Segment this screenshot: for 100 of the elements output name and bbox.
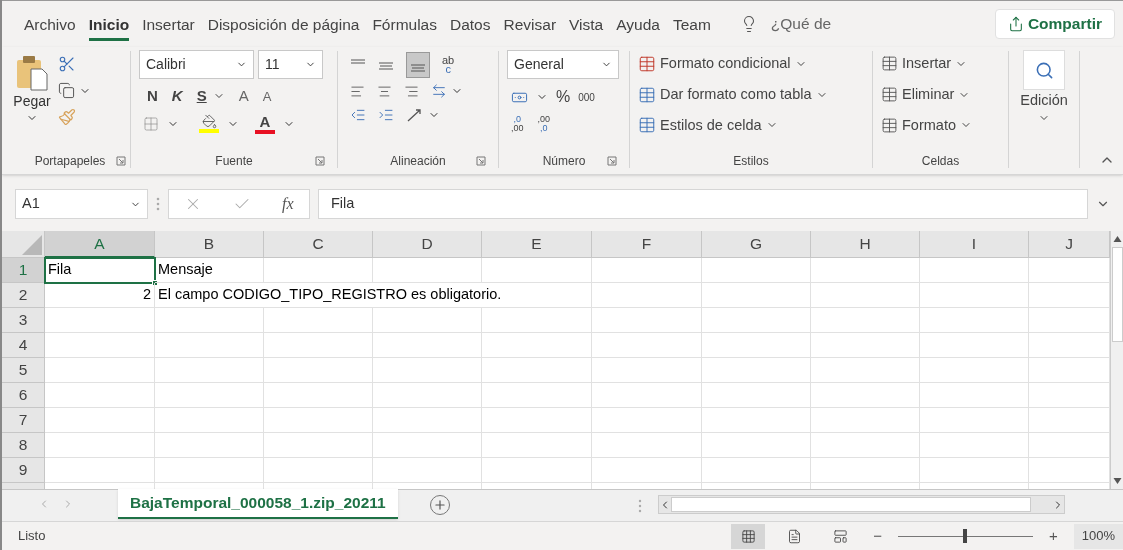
zoom-thumb[interactable] <box>963 529 968 543</box>
table-cell[interactable] <box>702 433 811 458</box>
table-cell[interactable] <box>45 308 155 333</box>
align-right-icon[interactable] <box>404 83 419 99</box>
merge-center-icon[interactable] <box>431 83 447 99</box>
column-header[interactable]: J <box>1029 231 1110 258</box>
table-cell[interactable]: El campo CODIGO_TIPO_REGISTRO es obligatorio. <box>155 283 592 308</box>
ribbon-tab[interactable]: Revisar <box>503 7 557 41</box>
table-cell[interactable] <box>373 358 482 383</box>
column-header[interactable]: E <box>482 231 592 258</box>
dialog-launcher-icon[interactable] <box>116 156 126 166</box>
cut-icon[interactable] <box>58 55 76 73</box>
table-cell[interactable] <box>264 383 373 408</box>
bottom-align-button[interactable] <box>406 51 430 78</box>
zoom-slider[interactable] <box>898 529 1033 543</box>
table-cell[interactable] <box>155 408 264 433</box>
table-cell[interactable] <box>592 283 702 308</box>
sheet-tab[interactable]: BajaTemporal_000058_1.zip_20211 <box>118 489 398 519</box>
formula-input[interactable]: Fila <box>318 189 1088 219</box>
table-cell[interactable] <box>592 408 702 433</box>
table-cell[interactable] <box>482 433 592 458</box>
table-cell[interactable] <box>373 433 482 458</box>
horizontal-scrollbar[interactable] <box>657 495 1065 514</box>
vertical-scrollbar[interactable] <box>1110 231 1123 489</box>
table-cell[interactable] <box>155 333 264 358</box>
table-cell[interactable] <box>811 358 920 383</box>
tell-me-field[interactable]: ¿Qué de <box>770 12 832 36</box>
decrease-font-button[interactable]: A <box>262 86 272 106</box>
number-format-dropdown[interactable]: General <box>507 50 619 79</box>
table-cell[interactable] <box>920 308 1029 333</box>
table-cell[interactable] <box>592 433 702 458</box>
table-cell[interactable] <box>920 333 1029 358</box>
decrease-decimal-button[interactable]: ,00 ,0 <box>537 115 551 133</box>
table-cell[interactable] <box>45 333 155 358</box>
styles-menu-button[interactable]: Estilos de celda <box>638 114 864 137</box>
table-cell[interactable] <box>264 308 373 333</box>
table-cell[interactable] <box>702 258 811 283</box>
column-header[interactable]: G <box>702 231 811 258</box>
underline-button[interactable]: S <box>196 85 207 108</box>
table-cell[interactable] <box>482 458 592 483</box>
table-cell[interactable] <box>373 308 482 333</box>
table-cell[interactable] <box>811 333 920 358</box>
increase-decimal-button[interactable]: ,0 ,00 <box>511 115 524 133</box>
table-cell[interactable] <box>264 433 373 458</box>
zoom-in-button[interactable]: + <box>1049 524 1058 548</box>
zoom-level[interactable]: 100% <box>1073 523 1123 549</box>
table-cell[interactable] <box>155 358 264 383</box>
ribbon-tab[interactable]: Inicio <box>88 7 130 41</box>
table-cell[interactable] <box>482 358 592 383</box>
dialog-launcher-icon[interactable] <box>607 156 617 166</box>
table-cell[interactable] <box>592 358 702 383</box>
table-cell[interactable] <box>592 333 702 358</box>
table-cell[interactable] <box>811 258 920 283</box>
paste-button[interactable]: Pegar <box>10 51 54 126</box>
select-all-icon[interactable] <box>22 235 42 255</box>
normal-view-button[interactable] <box>731 523 766 549</box>
table-cell[interactable] <box>920 383 1029 408</box>
column-header[interactable]: A <box>45 231 155 258</box>
table-cell[interactable] <box>45 383 155 408</box>
table-cell[interactable] <box>373 258 482 283</box>
editing-button[interactable]: Edición <box>1020 50 1068 124</box>
share-button[interactable]: Compartir <box>994 9 1115 39</box>
table-cell[interactable] <box>482 383 592 408</box>
table-cell[interactable] <box>811 308 920 333</box>
table-cell[interactable] <box>592 383 702 408</box>
table-cell[interactable] <box>702 283 811 308</box>
table-cell[interactable] <box>155 308 264 333</box>
table-cell[interactable] <box>920 433 1029 458</box>
dialog-launcher-icon[interactable] <box>476 156 486 166</box>
table-cell[interactable] <box>264 258 373 283</box>
column-header[interactable]: D <box>373 231 482 258</box>
table-cell[interactable] <box>45 433 155 458</box>
table-cell[interactable] <box>920 358 1029 383</box>
table-cell[interactable] <box>482 333 592 358</box>
font-size-dropdown[interactable]: 11 <box>258 50 323 79</box>
table-cell[interactable] <box>702 408 811 433</box>
comma-style-button[interactable]: 000 <box>578 89 595 105</box>
styles-menu-button[interactable]: Formato condicional <box>638 53 864 75</box>
ribbon-tab[interactable]: Archivo <box>24 7 76 41</box>
decrease-indent-icon[interactable] <box>350 107 366 123</box>
table-cell[interactable] <box>373 383 482 408</box>
table-cell[interactable] <box>920 408 1029 433</box>
fill-handle[interactable] <box>152 280 158 286</box>
percent-button[interactable]: % <box>556 85 571 109</box>
ribbon-tab[interactable]: Vista <box>569 7 604 41</box>
table-cell[interactable] <box>264 458 373 483</box>
table-cell[interactable] <box>45 358 155 383</box>
table-cell[interactable] <box>373 333 482 358</box>
table-cell[interactable] <box>811 408 920 433</box>
insert-function-button[interactable]: fx <box>282 192 294 216</box>
table-cell[interactable] <box>155 458 264 483</box>
table-cell[interactable] <box>702 458 811 483</box>
table-cell[interactable] <box>702 308 811 333</box>
name-box[interactable]: A1 <box>15 189 148 219</box>
table-cell[interactable] <box>920 283 1029 308</box>
table-cell[interactable] <box>45 458 155 483</box>
table-cell[interactable] <box>811 283 920 308</box>
italic-button[interactable]: K <box>171 85 183 108</box>
table-cell[interactable] <box>702 383 811 408</box>
format-painter-icon[interactable] <box>58 108 76 126</box>
